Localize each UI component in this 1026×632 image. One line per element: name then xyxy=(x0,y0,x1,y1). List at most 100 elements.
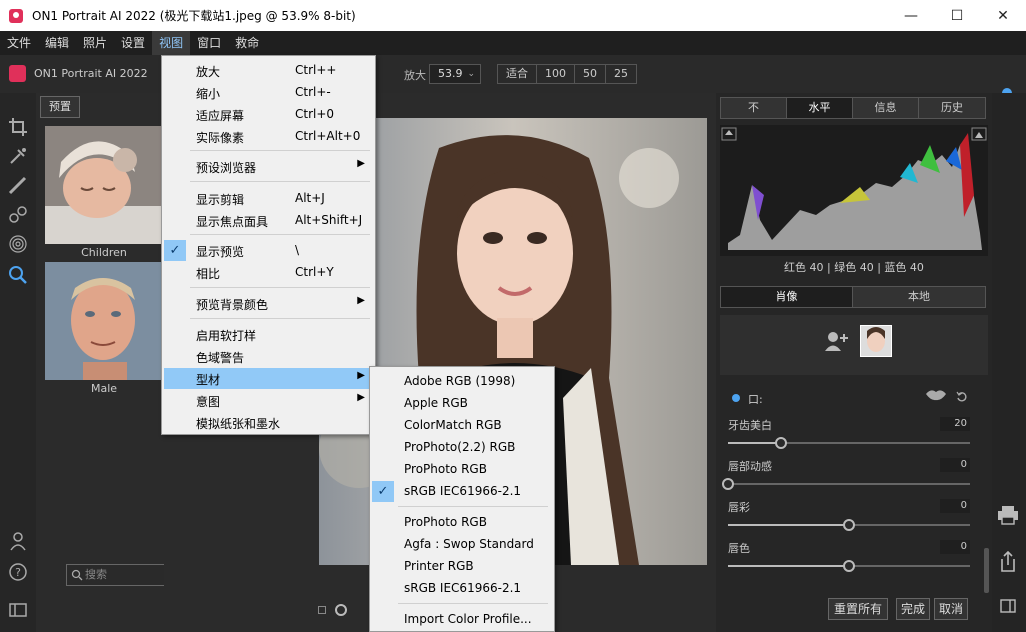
profile-item-prophoto-22[interactable]: ProPhoto(2.2) RGB xyxy=(372,437,552,458)
menu-item-label: sRGB IEC61966-2.1 xyxy=(404,581,522,595)
app-logo-icon xyxy=(9,65,26,82)
reset-all-button[interactable]: 重置所有 xyxy=(828,598,888,620)
panel-layout-icon[interactable] xyxy=(1000,598,1016,614)
tab-history[interactable]: 历史 xyxy=(919,98,985,118)
menu-item-gamut-warning[interactable]: 色域警告 xyxy=(164,346,373,367)
slider-lip-dynamic[interactable] xyxy=(722,478,970,490)
done-button[interactable]: 完成 xyxy=(896,598,930,620)
slider-lip-color[interactable] xyxy=(728,560,970,572)
menu-item-show-clipping[interactable]: 显示剪辑 Alt+J xyxy=(164,188,373,209)
profile-submenu: Adobe RGB (1998) Apple RGB ColorMatch RG… xyxy=(369,366,555,632)
adj-value-teeth[interactable]: 20 xyxy=(940,417,970,431)
zoom-out-small-icon[interactable] xyxy=(318,606,326,614)
reset-icon[interactable] xyxy=(956,390,968,402)
fingerprint-icon[interactable] xyxy=(8,234,28,254)
profile-item-colormatch-rgb[interactable]: ColorMatch RGB xyxy=(372,415,552,436)
face-selector xyxy=(720,315,988,375)
maximize-button[interactable]: ☐ xyxy=(934,0,980,31)
submenu-arrow-icon: ▶ xyxy=(357,295,365,306)
help-icon[interactable]: ? xyxy=(8,562,28,582)
adj-label-teeth: 牙齿美白 xyxy=(728,419,772,432)
share-icon[interactable] xyxy=(998,551,1018,573)
adj-label-lip-color: 唇色 xyxy=(728,542,750,555)
profile-item-agfa-swop[interactable]: Agfa : Swop Standard xyxy=(372,534,552,555)
menu-item-accel: Alt+Shift+J xyxy=(295,213,363,227)
menu-file[interactable]: 文件 xyxy=(0,31,38,55)
zoom-25-button[interactable]: 25 xyxy=(606,65,636,83)
slider-teeth[interactable] xyxy=(728,437,970,449)
slider-lip-gloss[interactable] xyxy=(728,519,970,531)
adj-value-lip-gloss[interactable]: 0 xyxy=(940,499,970,513)
profile-item-apple-rgb[interactable]: Apple RGB xyxy=(372,393,552,414)
circles-icon[interactable] xyxy=(8,205,28,225)
brush-icon[interactable] xyxy=(8,146,28,166)
menu-item-zoom-out[interactable]: 缩小 Ctrl+- xyxy=(164,82,373,103)
profile-item-import[interactable]: Import Color Profile... xyxy=(372,609,552,630)
menu-item-compare[interactable]: 相比 Ctrl+Y xyxy=(164,262,373,283)
menu-item-soft-proof[interactable]: 启用软打样 xyxy=(164,324,373,345)
retouch-brush-icon[interactable] xyxy=(8,175,28,195)
view-menu: 放大 Ctrl++ 缩小 Ctrl+- 适应屏幕 Ctrl+0 实际像素 Ctrl+Al… xyxy=(161,55,376,435)
far-right-strip xyxy=(992,93,1026,632)
canvas-zoom-slider-knob[interactable] xyxy=(335,604,347,616)
checkmark-icon: ✓ xyxy=(164,240,186,261)
adj-value-lip-color[interactable]: 0 xyxy=(940,540,970,554)
presets-button[interactable]: 预置 xyxy=(40,96,80,118)
zoom-100-button[interactable]: 100 xyxy=(537,65,575,83)
menu-view[interactable]: 视图 xyxy=(152,31,191,55)
menu-help[interactable]: 救命 xyxy=(228,31,266,55)
menu-separator xyxy=(190,234,370,235)
print-icon[interactable] xyxy=(997,505,1019,525)
section-label: 口: xyxy=(748,393,763,406)
add-face-icon[interactable] xyxy=(824,330,850,352)
checkmark-icon: ✓ xyxy=(372,481,394,502)
thumb-children-label: Children xyxy=(81,246,127,259)
menu-item-label: 实际像素 xyxy=(196,131,245,145)
profile-item-prophoto-rgb[interactable]: ProPhoto RGB xyxy=(372,459,552,480)
menu-item-show-preview[interactable]: ✓ 显示预览 \ xyxy=(164,240,373,261)
menu-item-fit-screen[interactable]: 适应屏幕 Ctrl+0 xyxy=(164,104,373,125)
cancel-button[interactable]: 取消 xyxy=(934,598,968,620)
profile-item-prophoto-rgb-2[interactable]: ProPhoto RGB xyxy=(372,512,552,533)
zoom-fit-button[interactable]: 适合 xyxy=(498,65,537,83)
menu-item-label: 相比 xyxy=(196,267,221,281)
tab-navigator[interactable]: 不 xyxy=(721,98,787,118)
menu-item-intent[interactable]: 意图 ▶ xyxy=(164,390,373,411)
tab-local[interactable]: 本地 xyxy=(853,287,985,307)
user-icon[interactable] xyxy=(8,531,28,551)
menu-item-label: 意图 xyxy=(196,395,221,409)
menu-item-label: ColorMatch RGB xyxy=(404,418,502,432)
menu-edit[interactable]: 编辑 xyxy=(38,31,76,55)
menu-item-profile[interactable]: 型材 ▶ xyxy=(164,368,373,389)
menu-item-actual-pixels[interactable]: 实际像素 Ctrl+Alt+0 xyxy=(164,126,373,147)
menu-item-show-focus-mask[interactable]: 显示焦点面具 Alt+Shift+J xyxy=(164,210,373,231)
minimize-button[interactable]: — xyxy=(888,0,934,31)
thumb-male[interactable] xyxy=(45,262,163,380)
tab-level[interactable]: 水平 xyxy=(787,98,853,118)
close-button[interactable]: ✕ xyxy=(980,0,1026,31)
thumb-children[interactable] xyxy=(45,126,163,244)
menu-item-preview-background[interactable]: 预览背景颜色 ▶ xyxy=(164,293,373,314)
menu-item-preset-browser[interactable]: 预设浏览器 ▶ xyxy=(164,156,373,177)
menu-item-zoom-in[interactable]: 放大 Ctrl++ xyxy=(164,60,373,81)
crop-icon[interactable] xyxy=(8,117,28,137)
lips-icon xyxy=(926,390,946,401)
panel-toggle-icon[interactable] xyxy=(8,600,28,620)
profile-item-adobe-rgb[interactable]: Adobe RGB (1998) xyxy=(372,371,552,392)
menu-item-simulate-paper[interactable]: 模拟纸张和墨水 xyxy=(164,412,373,433)
tab-portrait[interactable]: 肖像 xyxy=(721,287,853,307)
tab-info[interactable]: 信息 xyxy=(853,98,919,118)
menu-window[interactable]: 窗口 xyxy=(190,31,228,55)
face-search-icon[interactable] xyxy=(8,265,28,285)
zoom-select[interactable]: 53.9 ⌄ xyxy=(429,64,481,84)
menu-photo[interactable]: 照片 xyxy=(76,31,114,55)
zoom-50-button[interactable]: 50 xyxy=(575,65,606,83)
menu-settings[interactable]: 设置 xyxy=(114,31,152,55)
profile-item-srgb[interactable]: ✓ sRGB IEC61966-2.1 xyxy=(372,481,552,502)
section-enabled-dot[interactable] xyxy=(732,394,740,402)
face-thumbnail[interactable] xyxy=(860,325,892,357)
profile-item-printer-rgb[interactable]: Printer RGB xyxy=(372,556,552,577)
panel-scrollbar[interactable] xyxy=(984,548,989,593)
adj-value-lip-dynamic[interactable]: 0 xyxy=(940,458,970,472)
profile-item-srgb-2[interactable]: sRGB IEC61966-2.1 xyxy=(372,578,552,599)
